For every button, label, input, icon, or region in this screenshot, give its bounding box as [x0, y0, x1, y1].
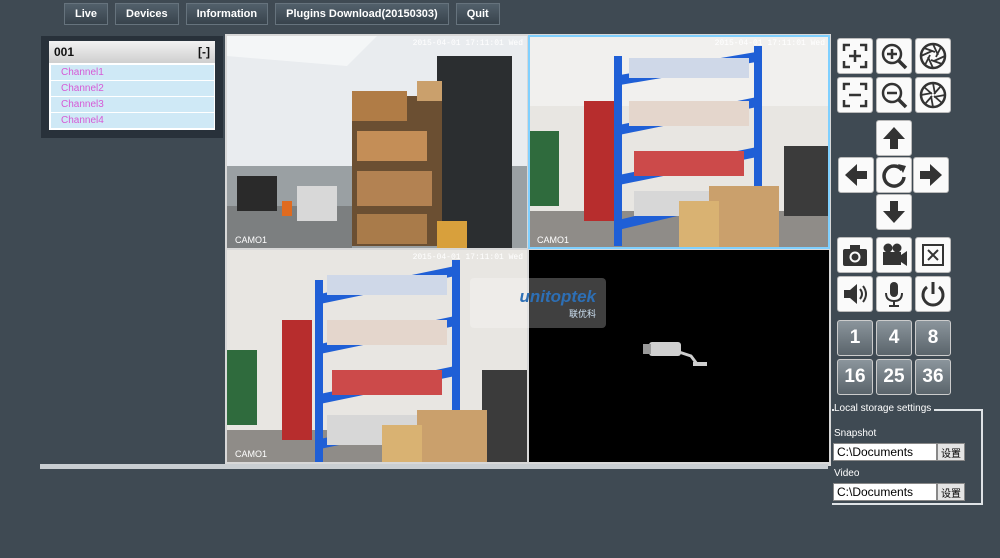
- pan-up-button[interactable]: [876, 120, 912, 156]
- camera-feed-2: [529, 36, 829, 248]
- close-x-icon: [922, 244, 944, 266]
- layout-25-button[interactable]: 25: [876, 359, 912, 395]
- device-tree: 001 [-] Channel1 Channel2 Channel3 Chann…: [41, 36, 223, 138]
- device-name: 001: [54, 45, 75, 59]
- channel-item[interactable]: Channel4: [51, 113, 214, 128]
- layout-8-button[interactable]: 8: [915, 320, 951, 356]
- ptz-reset-button[interactable]: [876, 157, 912, 193]
- camera-label: CAMO1: [235, 235, 268, 245]
- microphone-icon: [885, 282, 903, 307]
- collapse-toggle[interactable]: [-]: [198, 45, 210, 59]
- quit-button[interactable]: Quit: [455, 3, 500, 25]
- zoom-out-button[interactable]: [876, 77, 912, 113]
- arrow-up-icon: [883, 127, 905, 149]
- zoom-in-button[interactable]: [876, 38, 912, 74]
- timestamp-overlay: 2015-04-01 17:11:01 Wed: [412, 39, 523, 48]
- top-nav: Live Devices Information Plugins Downloa…: [64, 3, 500, 25]
- live-button[interactable]: Live: [64, 3, 109, 25]
- watermark-logo: unitoptek 联优科: [470, 278, 606, 328]
- video-set-button[interactable]: 设置: [937, 483, 965, 501]
- arrow-down-icon: [883, 201, 905, 223]
- snapshot-path-row: C:\Documents 设置: [833, 443, 965, 461]
- video-grid: 2015-04-01 17:11:01 Wed CAMO1 2015-04-01…: [225, 34, 831, 466]
- playback-bar[interactable]: [40, 464, 828, 469]
- snapshot-path-field[interactable]: C:\Documents: [833, 443, 937, 461]
- video-path-field[interactable]: C:\Documents: [833, 483, 937, 501]
- devices-button[interactable]: Devices: [115, 3, 179, 25]
- video-camera-icon: [883, 243, 907, 266]
- information-button[interactable]: Information: [185, 3, 269, 25]
- device-header[interactable]: 001 [-]: [49, 41, 215, 63]
- camera-label: CAMO1: [235, 449, 268, 459]
- pan-left-button[interactable]: [838, 157, 874, 193]
- video-path-row: C:\Documents 设置: [833, 483, 965, 501]
- layout-16-button[interactable]: 16: [837, 359, 873, 395]
- watermark-subtext: 联优科: [568, 308, 596, 319]
- pan-right-button[interactable]: [913, 157, 949, 193]
- camera-icon: [843, 245, 867, 266]
- plugins-download-button[interactable]: Plugins Download(20150303): [275, 3, 449, 25]
- power-icon: [921, 282, 945, 307]
- channel-item[interactable]: Channel2: [51, 81, 214, 96]
- zoom-frame-in-button[interactable]: [837, 38, 873, 74]
- channel-item[interactable]: Channel3: [51, 97, 214, 112]
- video-tile-2[interactable]: 2015-04-01 17:11:01 Wed CAMO1: [528, 35, 830, 249]
- arrow-right-icon: [920, 164, 942, 186]
- channel-list: Channel1 Channel2 Channel3 Channel4: [49, 63, 215, 130]
- video-tile-1[interactable]: 2015-04-01 17:11:01 Wed CAMO1: [227, 36, 527, 248]
- refresh-icon: [882, 164, 906, 188]
- snapshot-button[interactable]: [837, 237, 873, 273]
- zoom-frame-out-icon: [842, 82, 868, 108]
- iris-open-button[interactable]: [915, 38, 951, 74]
- channel-item[interactable]: Channel1: [51, 65, 214, 80]
- arrow-left-icon: [845, 164, 867, 186]
- close-video-button[interactable]: [915, 237, 951, 273]
- iris-close-icon: [919, 81, 947, 109]
- storage-settings-legend: Local storage settings: [834, 403, 935, 414]
- talk-button[interactable]: [876, 276, 912, 312]
- camera-label: CAMO1: [537, 235, 570, 245]
- snapshot-set-button[interactable]: 设置: [937, 443, 965, 461]
- watermark-brand: unitoptek: [519, 286, 597, 306]
- zoom-frame-in-icon: [842, 43, 868, 69]
- pan-down-button[interactable]: [876, 194, 912, 230]
- layout-4-button[interactable]: 4: [876, 320, 912, 356]
- audio-button[interactable]: [837, 276, 873, 312]
- video-label: Video: [834, 468, 860, 479]
- zoom-in-icon: [881, 43, 908, 70]
- speaker-icon: [844, 284, 867, 304]
- power-button[interactable]: [915, 276, 951, 312]
- zoom-frame-out-button[interactable]: [837, 77, 873, 113]
- iris-open-icon: [919, 42, 947, 70]
- snapshot-label: Snapshot: [834, 428, 877, 439]
- camera-feed-1: [227, 36, 527, 248]
- layout-36-button[interactable]: 36: [915, 359, 951, 395]
- zoom-out-icon: [881, 82, 908, 109]
- iris-close-button[interactable]: [915, 77, 951, 113]
- record-button[interactable]: [876, 237, 912, 273]
- timestamp-overlay: 2015-04-01 17:11:01 Wed: [714, 39, 825, 48]
- timestamp-overlay: 2015-04-01 17:11:01 Wed: [412, 253, 523, 262]
- layout-1-button[interactable]: 1: [837, 320, 873, 356]
